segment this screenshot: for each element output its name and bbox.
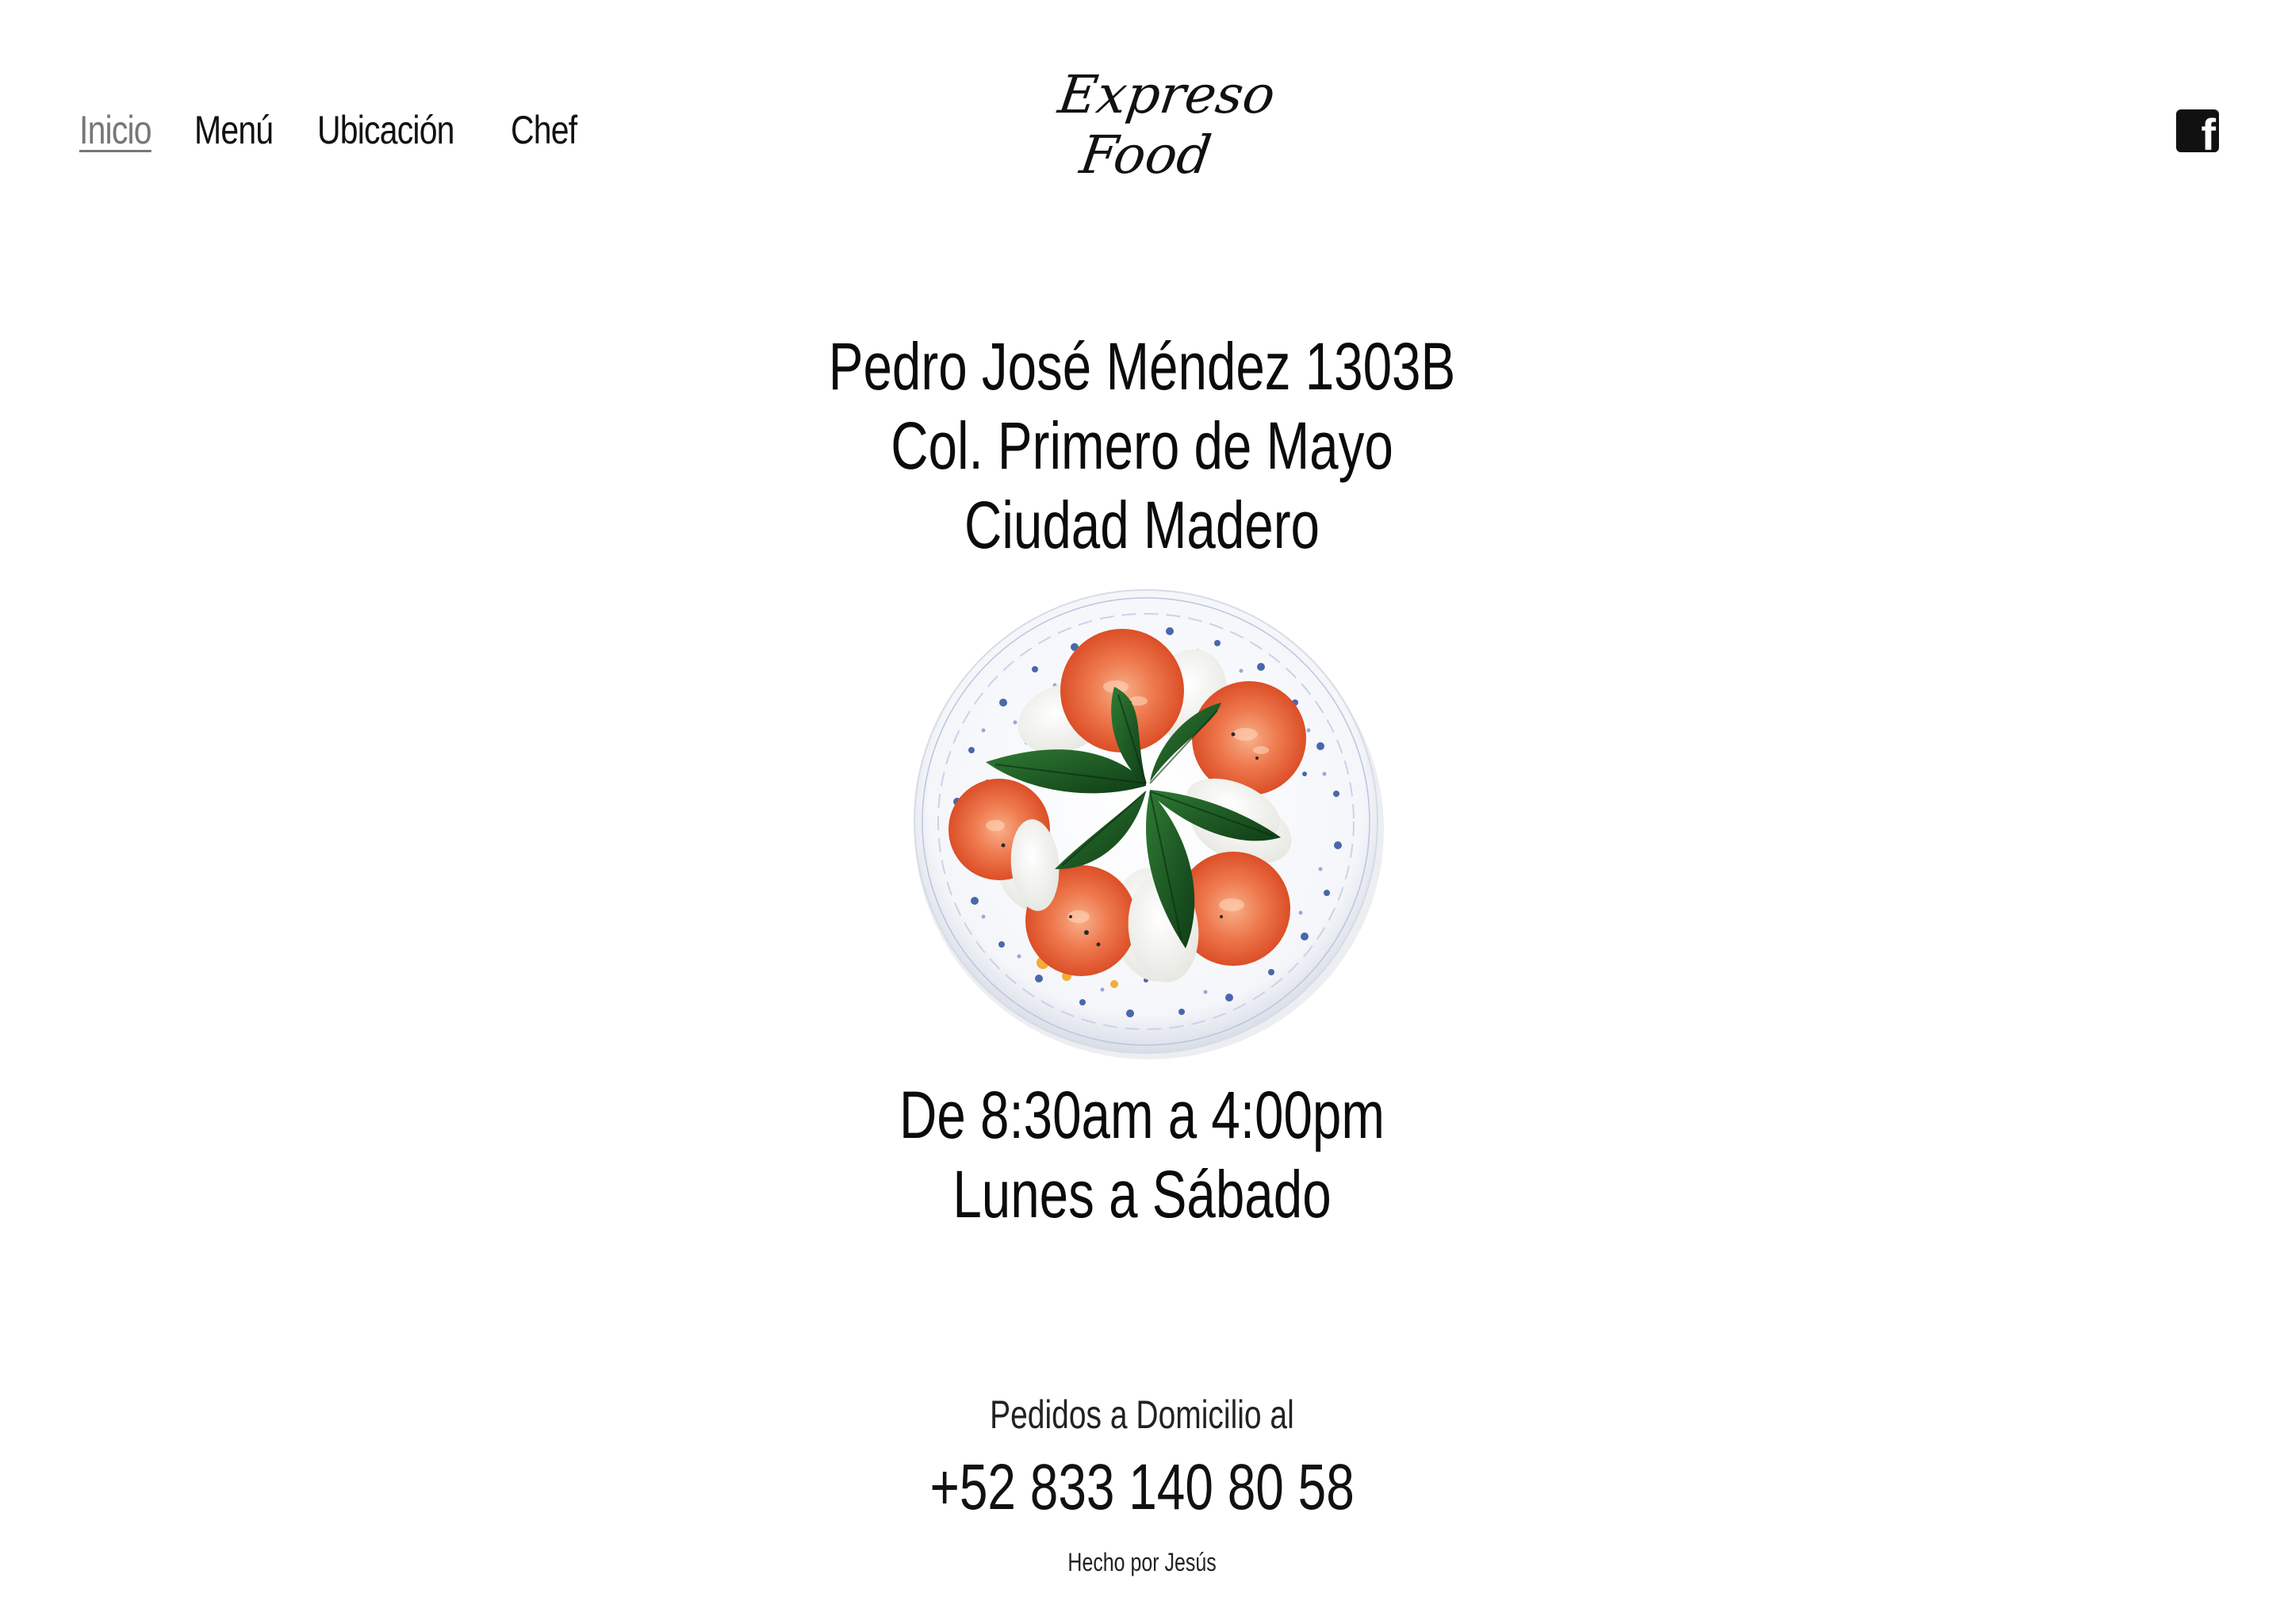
- delivery-label-text: Pedidos a Domicilio al: [990, 1392, 1294, 1437]
- hours-block: De 8:30am a 4:00pm Lunes a Sábado: [0, 1075, 2284, 1234]
- hours-time: De 8:30am a 4:00pm: [899, 1078, 1385, 1152]
- nav-link-menu[interactable]: Menú: [194, 102, 274, 159]
- address-line-2: Col. Primero de Mayo: [891, 408, 1393, 483]
- page: Inicio Menú Ubicación Chef Expreso Food …: [0, 0, 2284, 1624]
- hours-days: Lunes a Sábado: [952, 1157, 1332, 1231]
- logo-line-2: Food: [1076, 124, 1216, 186]
- nav-link-chef[interactable]: Chef: [511, 102, 577, 159]
- address-line-3: Ciudad Madero: [964, 488, 1320, 562]
- delivery-label: Pedidos a Domicilio al: [0, 1389, 2284, 1440]
- facebook-icon[interactable]: f: [2176, 109, 2219, 152]
- main-nav: Inicio Menú Ubicación Chef: [79, 102, 578, 159]
- site-logo[interactable]: Expreso Food: [1046, 64, 1279, 186]
- credit-text: Hecho por Jesús: [1067, 1548, 1217, 1576]
- footer-credit: Hecho por Jesús: [0, 1545, 2284, 1580]
- address-block: Pedro José Méndez 1303B Col. Primero de …: [0, 327, 2284, 565]
- delivery-phone: +52 833 140 80 58: [0, 1448, 2284, 1527]
- nav-link-ubicacion[interactable]: Ubicación: [317, 102, 454, 159]
- caprese-salad-image: [908, 584, 1384, 1059]
- nav-link-inicio[interactable]: Inicio: [79, 102, 152, 159]
- logo-line-1: Expreso: [1055, 64, 1279, 125]
- phone-number[interactable]: +52 833 140 80 58: [929, 1448, 1354, 1527]
- address-line-1: Pedro José Méndez 1303B: [828, 329, 1456, 404]
